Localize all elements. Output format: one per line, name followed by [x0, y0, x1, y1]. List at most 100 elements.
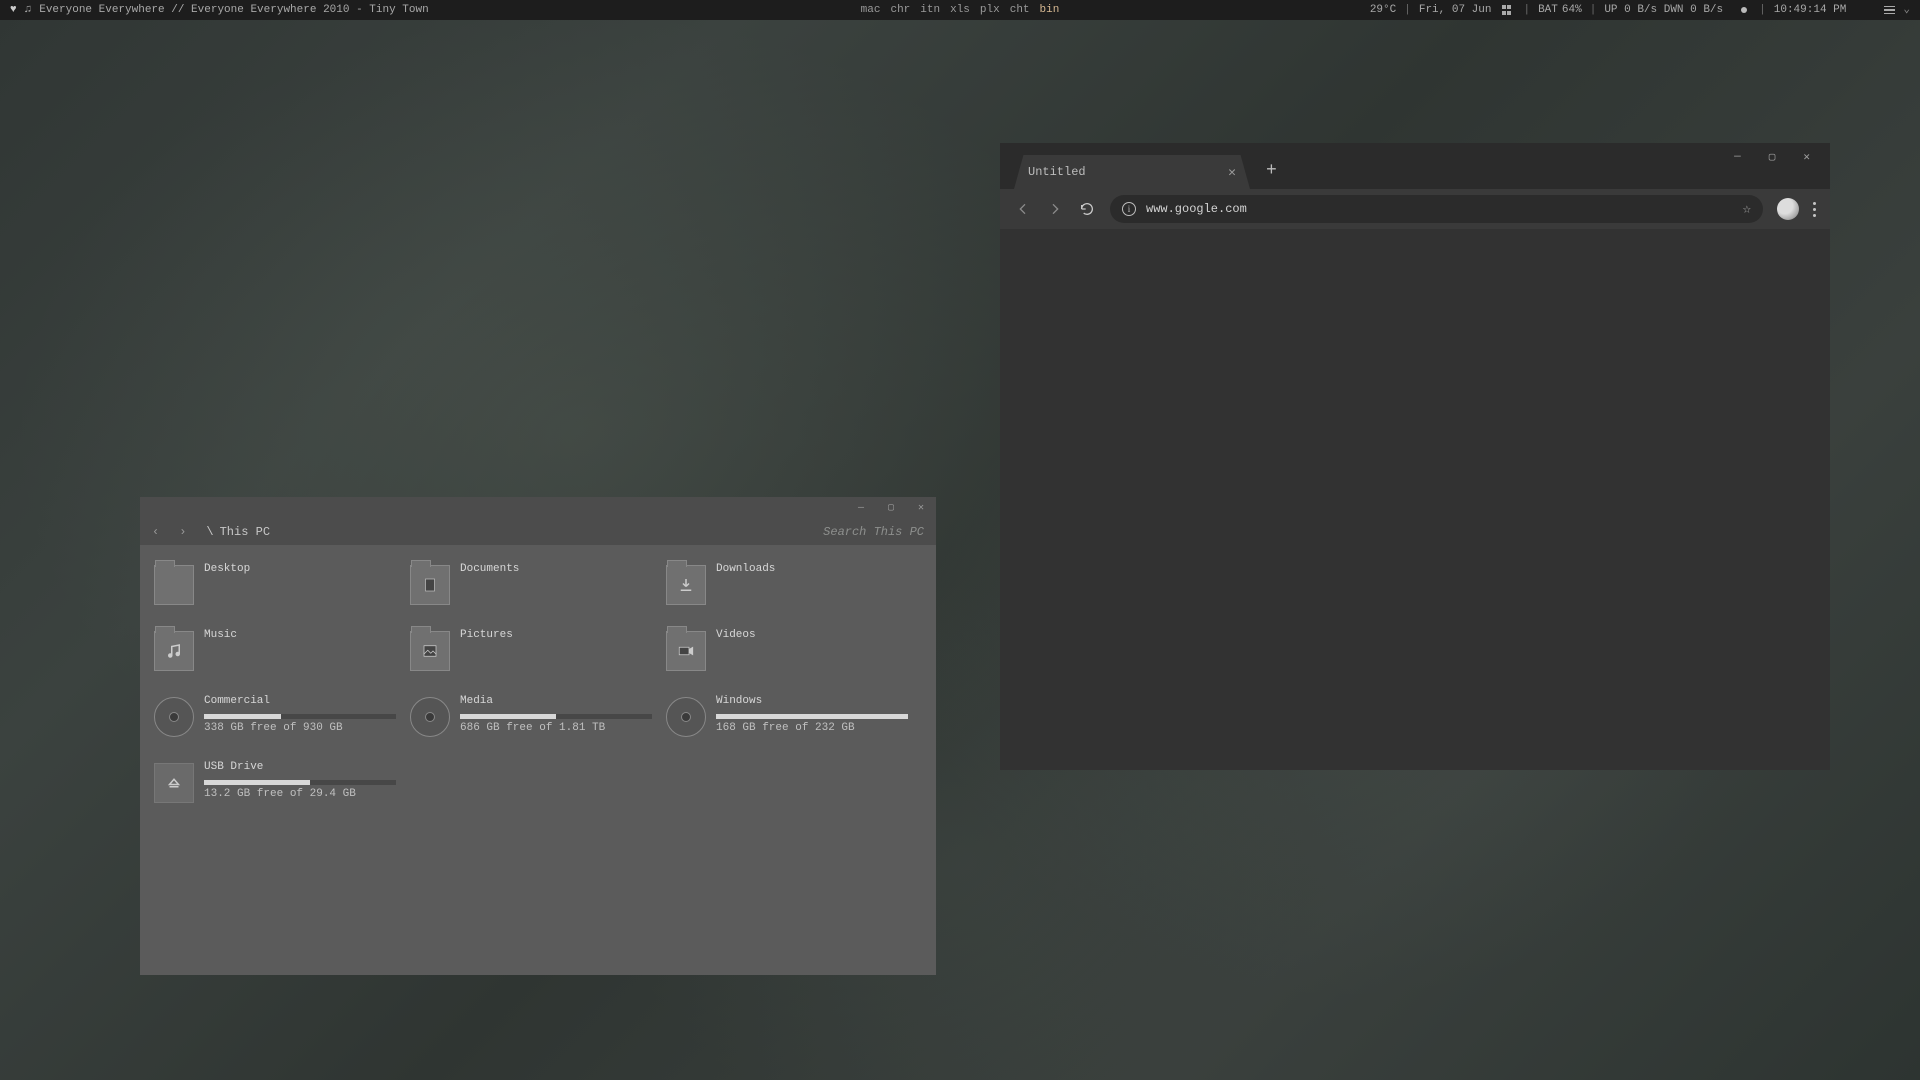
drive-free-text: 13.2 GB free of 29.4 GB	[204, 788, 396, 800]
tab-title: Untitled	[1028, 165, 1086, 179]
drive-free-text: 168 GB free of 232 GB	[716, 722, 908, 734]
close-button[interactable]: ✕	[916, 502, 926, 514]
tab-untitled[interactable]: Untitled ✕	[1014, 155, 1250, 189]
battery-label: BAT	[1538, 0, 1558, 20]
workspace-itn[interactable]: itn	[920, 0, 940, 20]
nav-back-icon[interactable]: ‹	[152, 525, 159, 539]
drive-label: Media	[460, 695, 652, 707]
folder-music[interactable]: Music	[154, 629, 410, 689]
separator: |	[1404, 0, 1411, 20]
folder-pictures[interactable]: Pictures	[410, 629, 666, 689]
drive-commercial[interactable]: Commercial 338 GB free of 930 GB	[154, 695, 410, 755]
tab-strip: Untitled ✕ +	[1000, 143, 1830, 189]
nav-forward-icon[interactable]: ›	[179, 525, 186, 539]
new-tab-button[interactable]: +	[1266, 161, 1277, 181]
folder-label: Pictures	[460, 629, 513, 641]
chevron-down-icon[interactable]: ⌄	[1903, 0, 1910, 20]
workspace-xls[interactable]: xls	[950, 0, 970, 20]
usage-bar	[204, 714, 396, 719]
date: Fri, 07 Jun	[1419, 0, 1492, 20]
folder-label: Desktop	[204, 563, 250, 575]
folder-icon	[410, 565, 450, 605]
usb-eject-icon	[154, 763, 194, 803]
folder-label: Documents	[460, 563, 519, 575]
fm-content: Desktop Documents Downloads Music	[140, 545, 936, 975]
folder-icon	[154, 631, 194, 671]
folder-label: Downloads	[716, 563, 775, 575]
drive-windows[interactable]: Windows 168 GB free of 232 GB	[666, 695, 922, 755]
drive-usb[interactable]: USB Drive 13.2 GB free of 29.4 GB	[154, 761, 410, 821]
folder-desktop[interactable]: Desktop	[154, 563, 410, 623]
now-playing[interactable]: Everyone Everywhere // Everyone Everywhe…	[39, 0, 428, 20]
workspace-cht[interactable]: cht	[1010, 0, 1030, 20]
site-info-icon[interactable]: i	[1122, 202, 1136, 216]
separator: |	[1759, 0, 1766, 20]
separator: |	[1590, 0, 1597, 20]
fm-navbar: ‹ › \ This PC Search This PC	[140, 519, 936, 545]
kebab-menu-icon[interactable]	[1813, 202, 1816, 217]
maximize-button[interactable]: ▢	[1769, 150, 1776, 164]
profile-avatar[interactable]	[1777, 198, 1799, 220]
battery-value: 64%	[1562, 0, 1582, 20]
music-note-icon: ♫	[25, 0, 32, 20]
file-manager-window: — ▢ ✕ ‹ › \ This PC Search This PC Deskt…	[140, 497, 936, 975]
nav-back-icon[interactable]	[1014, 200, 1032, 218]
browser-toolbar: i www.google.com ☆	[1000, 189, 1830, 229]
folder-icon	[410, 631, 450, 671]
drive-label: Commercial	[204, 695, 396, 707]
breadcrumb-location[interactable]: This PC	[220, 525, 270, 539]
drive-free-text: 686 GB free of 1.81 TB	[460, 722, 652, 734]
music-icon	[165, 642, 183, 660]
status-dot-icon[interactable]	[1741, 7, 1747, 13]
usage-bar	[460, 714, 652, 719]
hamburger-icon[interactable]	[1884, 6, 1895, 15]
reload-icon[interactable]	[1078, 200, 1096, 218]
separator: |	[1523, 0, 1530, 20]
disk-icon	[154, 697, 194, 737]
tab-close-icon[interactable]: ✕	[1228, 165, 1236, 180]
disk-icon	[666, 697, 706, 737]
usage-bar	[716, 714, 908, 719]
document-icon	[421, 576, 439, 594]
workspace-switcher: mac chr itn xls plx cht bin	[861, 0, 1060, 20]
folder-downloads[interactable]: Downloads	[666, 563, 922, 623]
close-button[interactable]: ✕	[1803, 150, 1810, 164]
bookmark-star-icon[interactable]: ☆	[1743, 201, 1751, 218]
folder-documents[interactable]: Documents	[410, 563, 666, 623]
clock: 10:49:14 PM	[1774, 0, 1847, 20]
workspace-chr[interactable]: chr	[890, 0, 910, 20]
folder-icon	[666, 565, 706, 605]
drive-label: Windows	[716, 695, 908, 707]
drive-label: USB Drive	[204, 761, 396, 773]
usage-bar	[204, 780, 396, 785]
heart-icon[interactable]: ♥	[10, 0, 17, 20]
taskbar: ♥ ♫ Everyone Everywhere // Everyone Ever…	[0, 0, 1920, 20]
browser-window: — ▢ ✕ Untitled ✕ + i www.google.com ☆	[1000, 143, 1830, 770]
video-icon	[677, 642, 695, 660]
minimize-button[interactable]: —	[1734, 151, 1741, 163]
url-text: www.google.com	[1146, 202, 1247, 216]
disk-icon	[410, 697, 450, 737]
path-separator-icon: \	[206, 525, 213, 539]
address-bar[interactable]: i www.google.com ☆	[1110, 195, 1763, 223]
browser-viewport[interactable]	[1000, 229, 1830, 770]
browser-window-controls: — ▢ ✕	[1734, 143, 1830, 171]
fm-titlebar[interactable]: — ▢ ✕	[140, 497, 936, 519]
folder-videos[interactable]: Videos	[666, 629, 922, 689]
drive-free-text: 338 GB free of 930 GB	[204, 722, 396, 734]
download-icon	[677, 576, 695, 594]
status-area: 29°C | Fri, 07 Jun | BAT 64% | UP 0 B/s …	[1370, 0, 1910, 20]
workspace-bin[interactable]: bin	[1040, 0, 1060, 20]
maximize-button[interactable]: ▢	[886, 502, 896, 514]
drive-media[interactable]: Media 686 GB free of 1.81 TB	[410, 695, 666, 755]
nav-forward-icon[interactable]	[1046, 200, 1064, 218]
workspace-mac[interactable]: mac	[861, 0, 881, 20]
network-speed: UP 0 B/s DWN 0 B/s	[1604, 0, 1723, 20]
workspace-plx[interactable]: plx	[980, 0, 1000, 20]
picture-icon	[421, 642, 439, 660]
search-input[interactable]: Search This PC	[823, 525, 924, 539]
minimize-button[interactable]: —	[856, 503, 866, 514]
grid-icon[interactable]	[1502, 5, 1512, 15]
folder-label: Videos	[716, 629, 756, 641]
folder-icon	[154, 565, 194, 605]
